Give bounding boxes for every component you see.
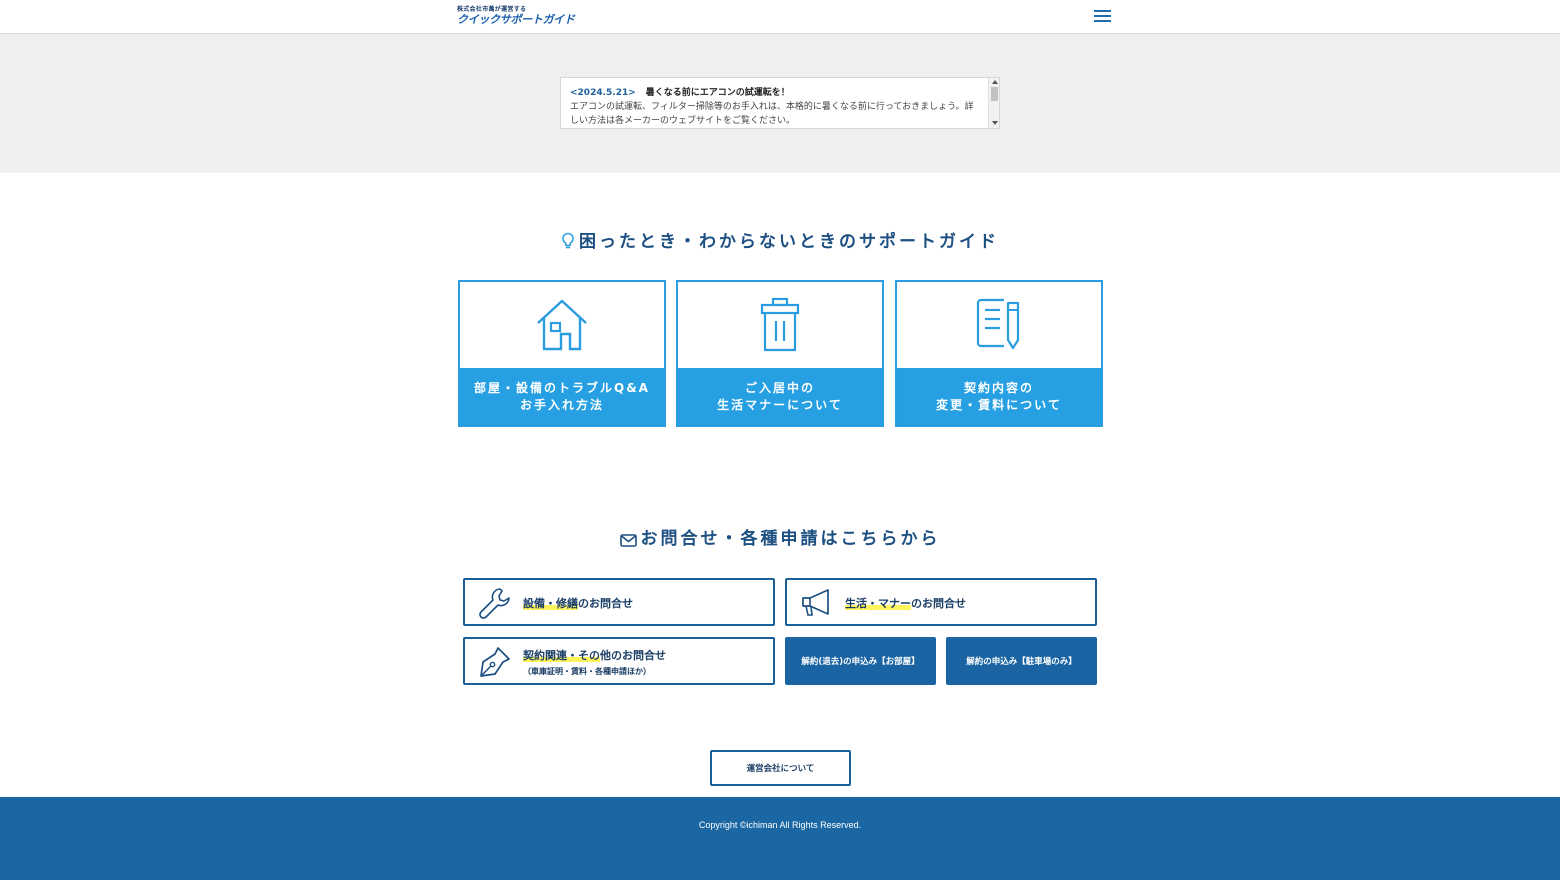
guide-card-contract-rent[interactable]: 契約内容の 変更・賃料について [895, 280, 1103, 427]
site-footer: Copyright ©ichiman All Rights Reserved. [0, 797, 1560, 880]
guide-card-trouble-qa[interactable]: 部屋・設備のトラブルQ&A お手入れ方法 [458, 280, 666, 427]
life-manners-inquiry-button[interactable]: 生活・マナーのお問合せ [785, 578, 1097, 626]
news-item: <2024.5.21> 暑くなる前にエアコンの試運転を！ エアコンの試運転、フィル… [570, 86, 980, 128]
news-box[interactable]: <2024.5.21> 暑くなる前にエアコンの試運転を！ エアコンの試運転、フィル… [560, 77, 1000, 129]
cancel-parking-application-button[interactable]: 解約の申込み【駐車場のみ】 [946, 637, 1097, 685]
guide-card-label: 部屋・設備のトラブルQ&A お手入れ方法 [460, 368, 664, 425]
house-icon [460, 282, 664, 368]
logo-title: クイックサポートガイド [457, 13, 575, 26]
guide-section-title: 困ったとき・わからないときのサポートガイド [0, 227, 1560, 255]
guide-card-label: ご入居中の 生活マナーについて [678, 368, 882, 425]
equipment-repair-label: 設備・修繕のお問合せ [523, 597, 633, 610]
envelope-icon [619, 532, 637, 552]
news-body: エアコンの試運転、フィルター掃除等のお手入れは、本格的に暑くなる前に行っておきま… [570, 102, 974, 126]
wrench-icon [478, 586, 512, 620]
scroll-down-arrow-icon[interactable] [992, 121, 998, 125]
lightbulb-icon [561, 232, 575, 255]
cancel-room-application-button[interactable]: 解約(退去)の申込み【お部屋】 [785, 637, 936, 685]
news-section: <2024.5.21> 暑くなる前にエアコンの試運転を！ エアコンの試運転、フィル… [0, 34, 1560, 173]
contract-other-inquiry-button[interactable]: 契約関連・その他のお問合せ （車庫証明・賃料・各種申請ほか） [463, 637, 775, 685]
equipment-repair-inquiry-button[interactable]: 設備・修繕のお問合せ [463, 578, 775, 626]
guide-title-text: 困ったとき・わからないときのサポートガイド [579, 232, 999, 252]
site-logo[interactable]: 株式会社市萬が運営する クイックサポートガイド [457, 6, 575, 26]
scroll-up-arrow-icon[interactable] [992, 80, 998, 84]
news-title: 暑くなる前にエアコンの試運転を！ [645, 88, 790, 98]
contact-title-text: お問合せ・各種申請はこちらから [640, 529, 941, 549]
guide-card-life-manners[interactable]: ご入居中の 生活マナーについて [676, 280, 884, 427]
guide-card-label: 契約内容の 変更・賃料について [897, 368, 1101, 425]
scroll-thumb[interactable] [991, 87, 998, 101]
contract-other-sublabel: （車庫証明・賃料・各種申請ほか） [523, 667, 651, 676]
contract-other-label: 契約関連・その他のお問合せ [523, 649, 666, 662]
copyright-text: Copyright ©ichiman All Rights Reserved. [698, 820, 862, 830]
pen-nib-icon [478, 645, 512, 679]
hamburger-menu-icon[interactable] [1094, 10, 1111, 22]
trash-can-icon [678, 282, 882, 368]
news-scrollbar[interactable] [988, 78, 999, 128]
document-pen-icon [897, 282, 1101, 368]
megaphone-icon [800, 586, 834, 620]
about-company-button[interactable]: 運営会社について [710, 750, 851, 786]
logo-subtitle: 株式会社市萬が運営する [457, 6, 527, 13]
news-date: <2024.5.21> [570, 88, 636, 98]
life-manners-label: 生活・マナーのお問合せ [845, 597, 966, 610]
site-header: 株式会社市萬が運営する クイックサポートガイド [0, 0, 1560, 34]
contact-section-title: お問合せ・各種申請はこちらから [0, 524, 1560, 552]
